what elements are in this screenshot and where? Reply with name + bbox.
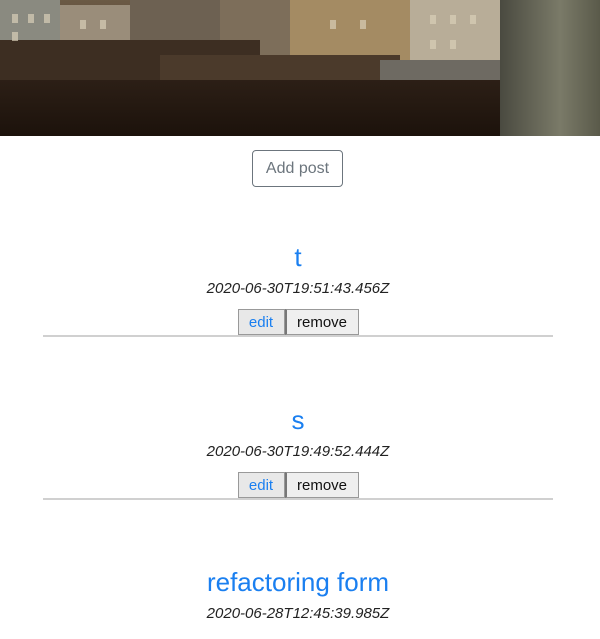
divider	[43, 335, 553, 337]
post-date: 2020-06-30T19:51:43.456Z	[206, 280, 390, 297]
remove-button[interactable]: remove	[284, 472, 359, 498]
hero-image	[0, 0, 600, 136]
post-title[interactable]: s	[43, 405, 553, 435]
page: Add post t 2020-06-30T19:51:43.456Z edit…	[0, 0, 600, 639]
divider	[43, 498, 553, 500]
post-item: s 2020-06-30T19:49:52.444Z edit remove	[43, 405, 553, 500]
post-title[interactable]: refactoring form	[43, 567, 553, 597]
add-post-button[interactable]: Add post	[252, 150, 343, 187]
post-actions: edit remove	[43, 472, 553, 498]
post-title[interactable]: t	[43, 242, 553, 272]
post-item: t 2020-06-30T19:51:43.456Z edit remove	[43, 242, 553, 337]
edit-button[interactable]: edit	[237, 309, 285, 335]
edit-button[interactable]: edit	[237, 472, 285, 498]
post-date: 2020-06-30T19:49:52.444Z	[206, 443, 390, 460]
remove-button[interactable]: remove	[284, 309, 359, 335]
post-actions: edit remove	[43, 309, 553, 335]
post-date: 2020-06-28T12:45:39.985Z	[206, 605, 390, 622]
post-item: refactoring form 2020-06-28T12:45:39.985…	[43, 567, 553, 623]
